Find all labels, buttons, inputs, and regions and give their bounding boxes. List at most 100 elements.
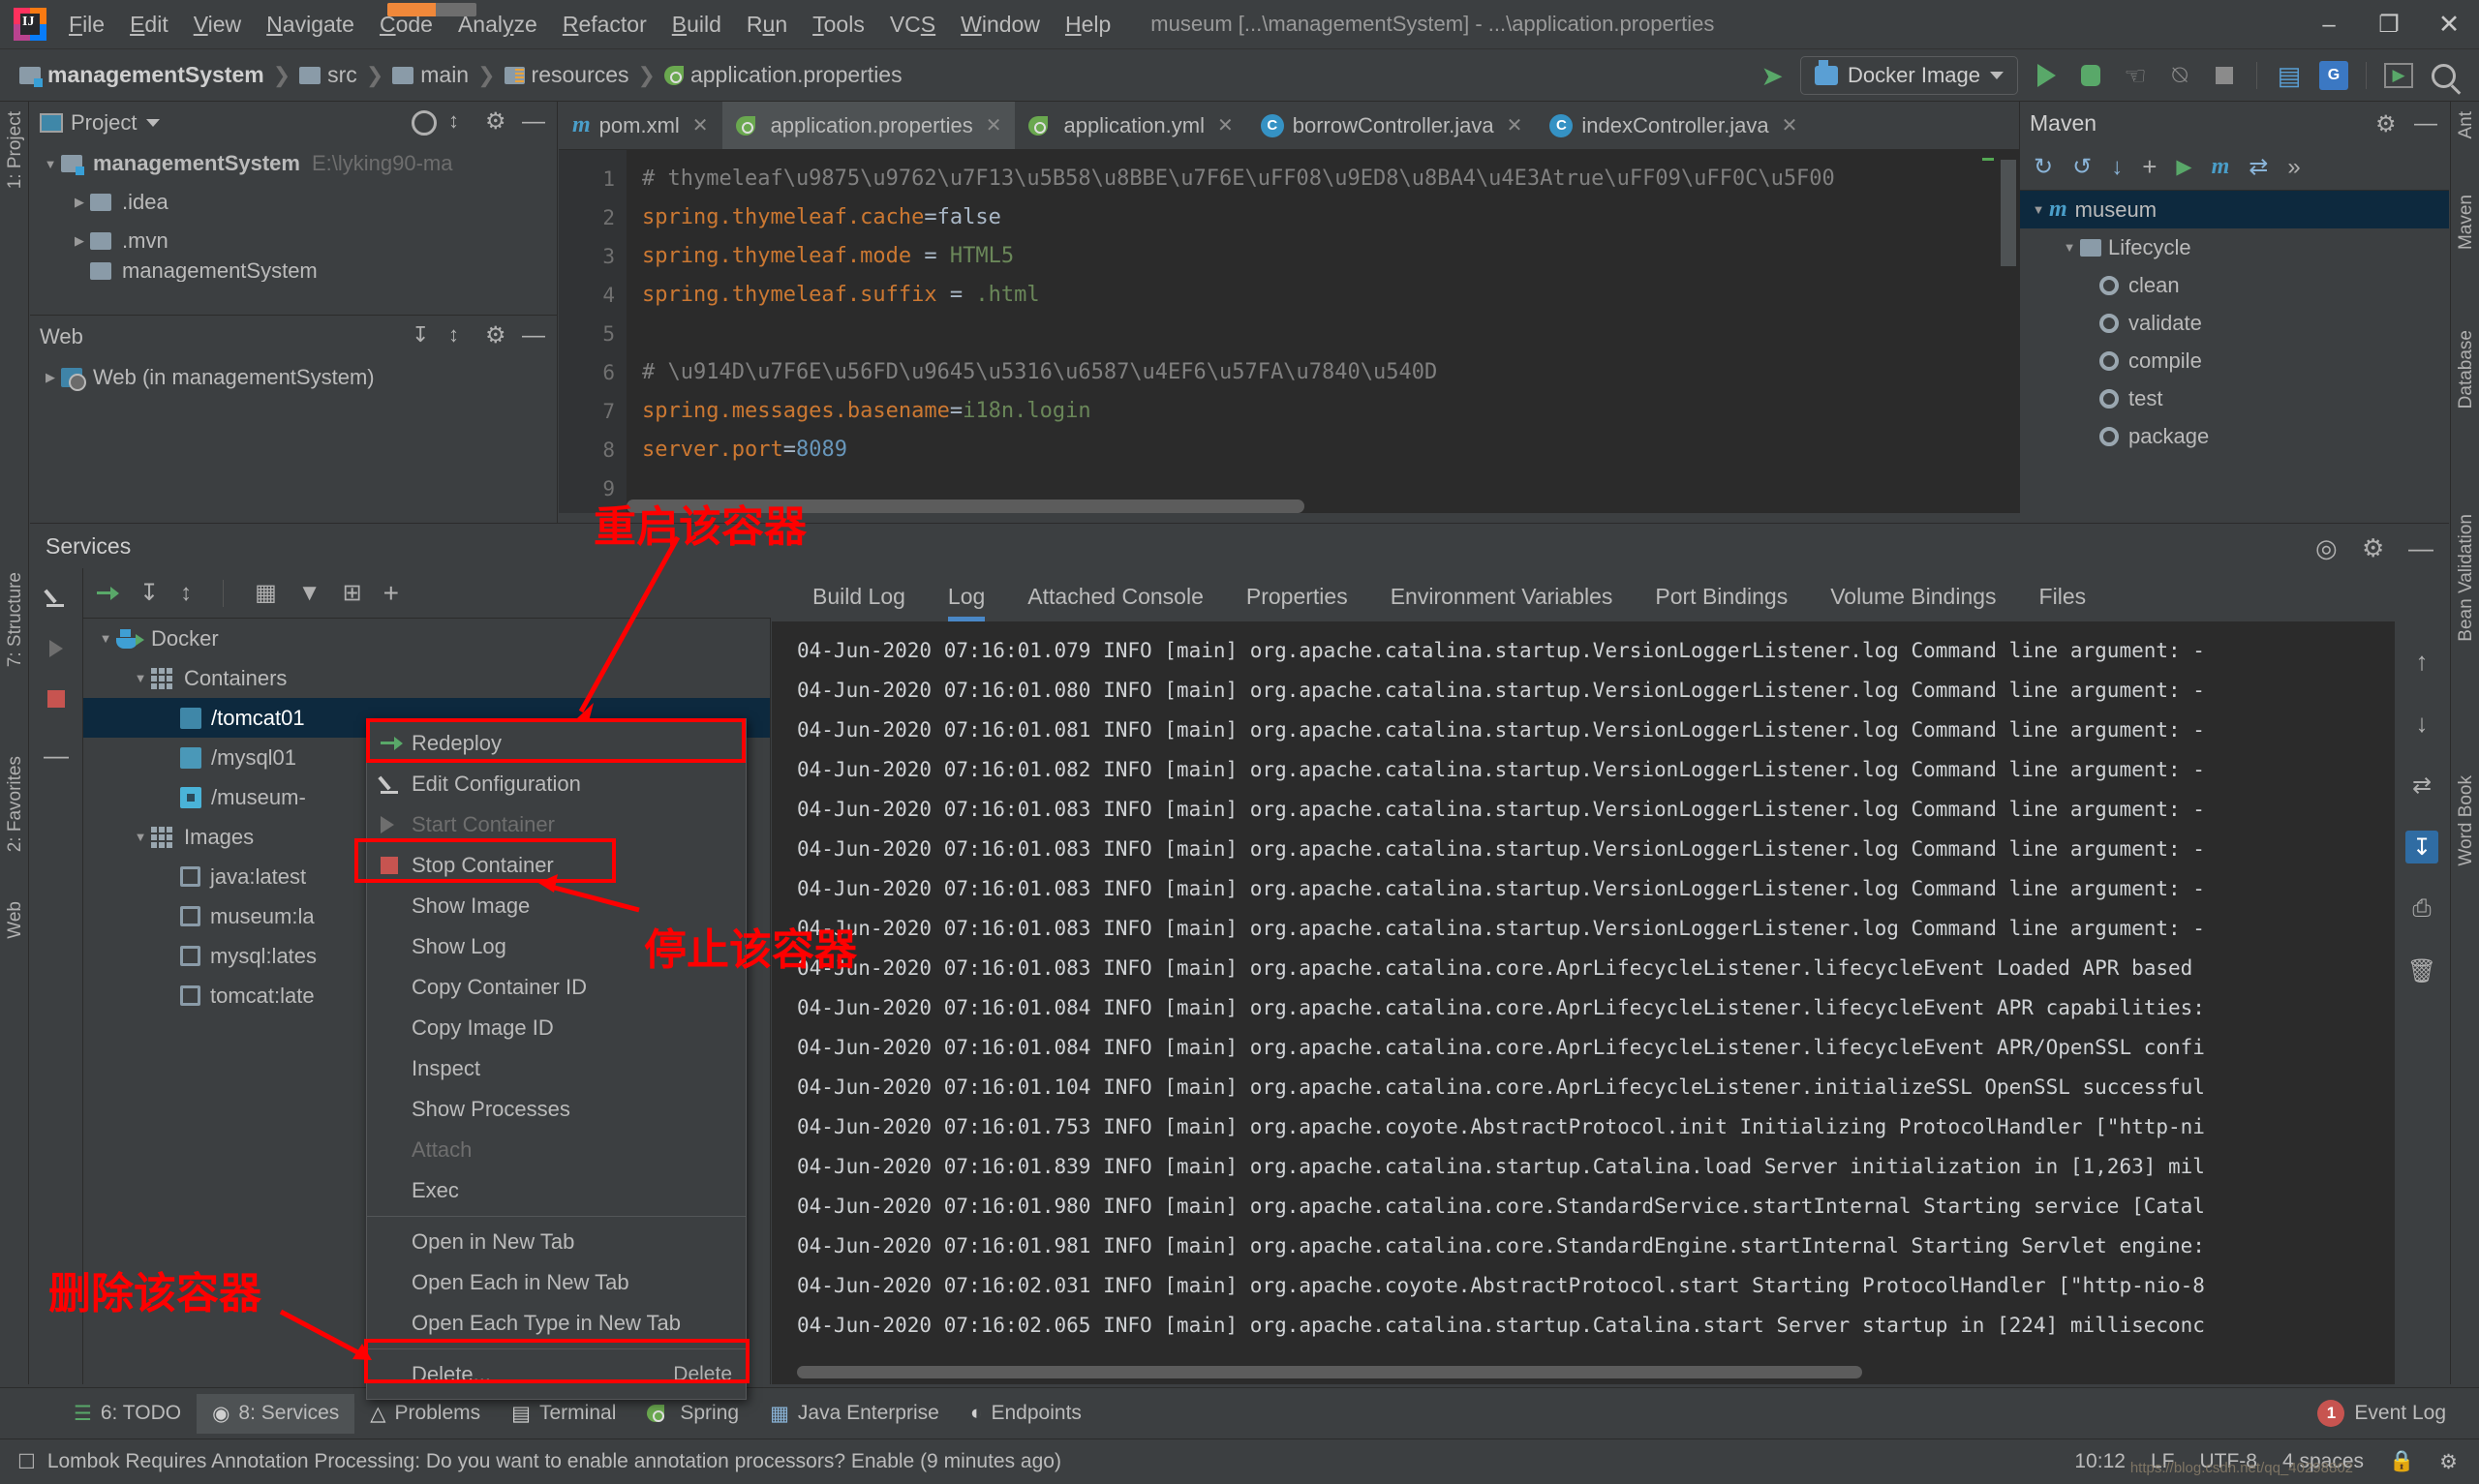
code-editor[interactable]: 1 2 3 4 5 6 7 8 9 # thymeleaf\u9875\u976…: [559, 150, 2019, 513]
window-controls[interactable]: – ❐ ✕: [2299, 0, 2479, 49]
menu-item-inspect[interactable]: Inspect: [367, 1048, 746, 1089]
run-with-coverage-icon[interactable]: ☜: [2113, 53, 2158, 98]
settings-target-icon[interactable]: ◎: [2315, 533, 2341, 562]
tree-node[interactable]: validate: [2020, 304, 2449, 342]
close-icon[interactable]: ✕: [692, 113, 709, 137]
run-icon[interactable]: [2024, 53, 2068, 98]
start-container-icon[interactable]: [49, 640, 63, 657]
chevron-down-icon[interactable]: ▼: [130, 671, 151, 685]
chevron-down-icon[interactable]: ▼: [95, 631, 116, 646]
lock-icon[interactable]: 🔒: [2389, 1450, 2414, 1473]
code-content[interactable]: # thymeleaf\u9875\u9762\u7F13\u5B58\u8BB…: [627, 160, 2019, 508]
chevron-down-icon[interactable]: ▼: [2028, 202, 2049, 217]
web-tree[interactable]: ▶ Web (in managementSystem): [30, 358, 557, 397]
breadcrumb-item-module[interactable]: managementSystem: [19, 62, 264, 88]
gear-icon[interactable]: ⚙: [2375, 110, 2401, 137]
menu-file[interactable]: File: [56, 8, 117, 42]
project-tree[interactable]: ▼ managementSystem E:\lyking90-ma ▶ .ide…: [30, 144, 557, 282]
status-message[interactable]: Lombok Requires Annotation Processing: D…: [47, 1450, 1061, 1473]
hide-icon[interactable]: —: [2408, 533, 2433, 562]
event-log-button[interactable]: 1 Event Log: [2317, 1400, 2479, 1427]
reload-icon[interactable]: ↻: [2034, 153, 2053, 181]
log-horizontal-scrollbar[interactable]: [797, 1366, 1862, 1378]
menu-view[interactable]: View: [181, 8, 254, 42]
maven-settings-icon[interactable]: m: [2212, 154, 2230, 180]
locate-icon[interactable]: [412, 110, 437, 136]
tab-port-bindings[interactable]: Port Bindings: [1634, 584, 1809, 621]
menu-tools[interactable]: Tools: [800, 8, 877, 42]
tab-pom-xml[interactable]: m pom.xml ✕: [559, 102, 722, 149]
container-context-menu[interactable]: Redeploy Edit Configuration Start Contai…: [366, 718, 747, 1400]
generate-sources-icon[interactable]: ↺: [2072, 153, 2092, 181]
collapse-all-icon[interactable]: ↕: [180, 580, 192, 607]
tool-window-todo[interactable]: ☰ 6: TODO: [58, 1394, 197, 1434]
tab-application-yml[interactable]: application.yml ✕: [1015, 102, 1246, 149]
tree-node-containers[interactable]: ▼ Containers: [83, 658, 770, 698]
main-toolbar[interactable]: ➤ Docker Image ☜ ⍉ ▤ G ▶: [1750, 49, 2479, 102]
menu-build[interactable]: Build: [659, 8, 734, 42]
tab-application-properties[interactable]: application.properties ✕: [721, 102, 1016, 149]
edit-configuration-icon[interactable]: [46, 588, 66, 607]
sidebar-item-web[interactable]: Web: [1, 895, 30, 945]
run-icon[interactable]: ▶: [2176, 155, 2191, 179]
add-tab-icon[interactable]: ⊞: [343, 579, 362, 607]
chevron-right-icon[interactable]: ▶: [69, 195, 90, 210]
tool-window-java-enterprise[interactable]: ▦ Java Enterprise: [754, 1394, 955, 1434]
chevron-down-icon[interactable]: [146, 119, 161, 127]
memory-icon[interactable]: ⚙: [2439, 1450, 2458, 1474]
sidebar-item-favorites[interactable]: 2: Favorites: [1, 750, 30, 858]
redeploy-icon[interactable]: [97, 584, 119, 603]
log-output[interactable]: 04-Jun-2020 07:16:01.079 INFO [main] org…: [772, 621, 2418, 1384]
expand-all-icon[interactable]: ↧: [412, 324, 437, 349]
tree-node[interactable]: ▶ Web (in managementSystem): [30, 358, 557, 397]
group-by-icon[interactable]: ▦: [255, 579, 277, 607]
tab-files[interactable]: Files: [2018, 584, 2108, 621]
sidebar-item-database[interactable]: Database: [2452, 324, 2479, 414]
log-side-toolbar[interactable]: ↑ ↓ ⇄ ↧ ⎙ 🗑: [2395, 621, 2449, 1384]
tree-node[interactable]: ▼ managementSystem E:\lyking90-ma: [30, 144, 557, 183]
terminal-icon[interactable]: ▶: [2376, 53, 2421, 98]
chevron-down-icon[interactable]: ▼: [40, 157, 61, 171]
maven-toolbar[interactable]: ↻ ↺ ↓ + ▶ m ⇄ »: [2020, 144, 2449, 191]
clear-all-icon[interactable]: 🗑: [2405, 954, 2438, 987]
tree-node[interactable]: managementSystem: [30, 260, 557, 282]
tree-node[interactable]: ▼ m museum: [2020, 191, 2449, 228]
sidebar-item-project[interactable]: 1: Project: [1, 106, 30, 195]
profile-icon[interactable]: ⍉: [2158, 53, 2202, 98]
tab-build-log[interactable]: Build Log: [791, 584, 927, 621]
restore-button[interactable]: ❐: [2359, 0, 2419, 49]
tree-node[interactable]: ▶ .idea: [30, 183, 557, 222]
menu-refactor[interactable]: Refactor: [550, 8, 659, 42]
close-button[interactable]: ✕: [2419, 0, 2479, 49]
sidebar-item-structure[interactable]: 7: Structure: [1, 566, 30, 673]
tab-attached-console[interactable]: Attached Console: [1006, 584, 1225, 621]
search-everywhere-icon[interactable]: [2421, 53, 2465, 98]
breadcrumb[interactable]: managementSystem ❯ src ❯ main ❯ resource…: [19, 62, 903, 88]
chevron-right-icon[interactable]: ▶: [69, 233, 90, 249]
sidebar-item-word-book[interactable]: Word Book: [2452, 770, 2479, 872]
close-icon[interactable]: ✕: [1507, 113, 1523, 137]
menu-item-open-in-new-tab[interactable]: Open in New Tab: [367, 1222, 746, 1262]
right-tool-strip[interactable]: Ant Maven Database Bean Validation Word …: [2450, 102, 2479, 1384]
back-arrow-icon[interactable]: ➤: [1750, 53, 1794, 98]
sidebar-item-maven[interactable]: Maven: [2452, 189, 2479, 256]
tool-window-endpoints[interactable]: ◐ Endpoints: [955, 1394, 1097, 1433]
editor-scrollbar[interactable]: [1998, 150, 2019, 513]
remove-icon[interactable]: —: [44, 741, 69, 771]
filter-icon[interactable]: ▼: [298, 580, 321, 607]
hide-icon[interactable]: —: [2414, 110, 2439, 136]
gear-icon[interactable]: ⚙: [485, 110, 510, 136]
download-sources-icon[interactable]: ↓: [2111, 154, 2123, 181]
run-configuration-selector[interactable]: Docker Image: [1800, 56, 2018, 95]
stop-container-icon[interactable]: [47, 690, 65, 708]
chevron-down-icon[interactable]: ▼: [130, 830, 151, 844]
close-icon[interactable]: ✕: [1782, 113, 1798, 137]
translate-icon[interactable]: G: [2311, 53, 2356, 98]
tree-node[interactable]: test: [2020, 379, 2449, 417]
tool-window-spring[interactable]: Spring: [631, 1394, 754, 1433]
menu-item-copy-image-id[interactable]: Copy Image ID: [367, 1008, 746, 1048]
tree-node[interactable]: clean: [2020, 266, 2449, 304]
menu-bar[interactable]: File Edit View Navigate Code Analyze Ref…: [56, 8, 1123, 42]
tree-node[interactable]: compile: [2020, 342, 2449, 379]
add-icon[interactable]: +: [383, 578, 399, 609]
